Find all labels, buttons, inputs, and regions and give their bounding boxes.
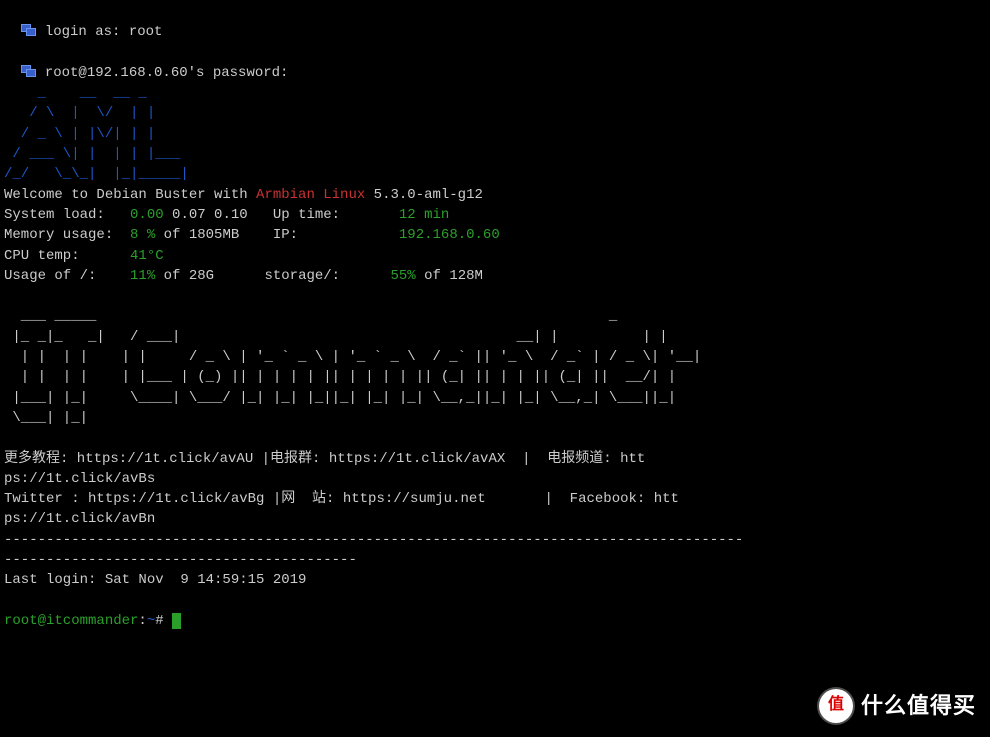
- ascii-aml-banner: _ __ __ _ / \ | \/ | | / _ \ | |\/| | | …: [4, 83, 986, 184]
- password-line: root@192.168.0.60's password:: [4, 43, 986, 84]
- links-line-3: Twitter : https://1t.click/avBg |网 站: ht…: [4, 489, 986, 509]
- shell-prompt[interactable]: root@itcommander:~#: [4, 611, 986, 631]
- prompt-user-host: root@itcommander: [4, 613, 138, 629]
- ssh-icon: [21, 65, 35, 76]
- divider-1: ----------------------------------------…: [4, 530, 986, 550]
- links-line-4: ps://1t.click/avBn: [4, 509, 986, 529]
- divider-2: ----------------------------------------…: [4, 550, 986, 570]
- links-line-1: 更多教程: https://1t.click/avAU |电报群: https:…: [4, 449, 986, 469]
- ssh-icon: [21, 24, 35, 35]
- last-login: Last login: Sat Nov 9 14:59:15 2019: [4, 570, 986, 590]
- system-stats: System load: 0.00 0.07 0.10 Up time: 12 …: [4, 205, 986, 286]
- watermark-badge-icon: 值: [819, 689, 853, 723]
- prompt-path: ~: [147, 613, 155, 629]
- links-line-2: ps://1t.click/avBs: [4, 469, 986, 489]
- welcome-line: Welcome to Debian Buster with Armbian Li…: [4, 185, 986, 205]
- ascii-itcommander-banner: ___ _____ _ |_ _|_ _| / ___| __| | | | |…: [4, 306, 986, 428]
- watermark-text: 什么值得买: [861, 690, 976, 722]
- cursor: [172, 613, 181, 629]
- watermark: 值 什么值得买: [819, 689, 976, 723]
- login-line: login as: root: [4, 2, 986, 43]
